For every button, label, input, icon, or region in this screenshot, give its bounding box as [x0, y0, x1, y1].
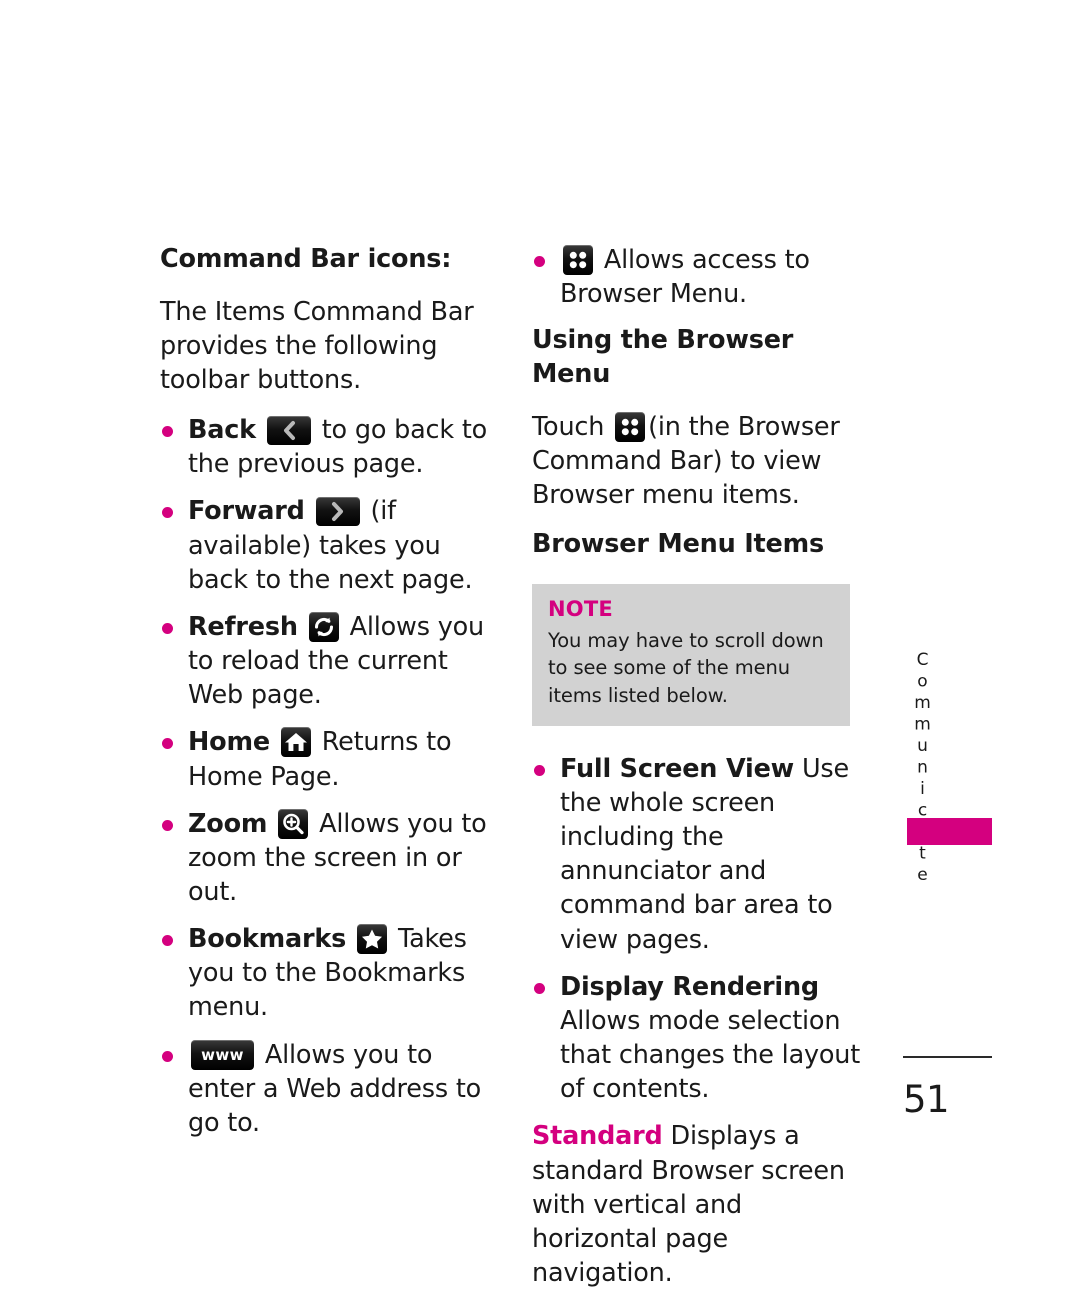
left-column: Command Bar icons: The Items Command Bar… [160, 243, 492, 1153]
side-tab-communicate: Communicate [905, 650, 939, 887]
item-label: Zoom [188, 808, 268, 839]
list-item: Display Rendering Allows mode selection … [532, 970, 872, 1107]
refresh-icon[interactable] [308, 611, 339, 642]
bullet-point-icon [534, 256, 545, 267]
www-icon-label: www [201, 1045, 244, 1064]
back-chevron-icon[interactable] [266, 416, 311, 446]
bullet-point-icon [162, 622, 173, 634]
footer-divider [903, 1056, 992, 1058]
page-number: 51 [903, 1078, 950, 1121]
item-label: Bookmarks [188, 924, 347, 955]
www-icon[interactable]: www [191, 1039, 254, 1070]
browser-menu-items-list: Full Screen View Use the whole screen in… [532, 752, 872, 1107]
list-item: Bookmarks Takes you to the Bookmarks men… [160, 922, 492, 1024]
browser-menu-items-heading: Browser Menu Items [532, 529, 824, 560]
command-bar-icon-list: Back to go back to the previous page. Fo… [160, 413, 492, 1140]
note-callout: NOTE You may have to scroll down to see … [532, 583, 850, 726]
side-tab-label: Communicate [912, 650, 933, 887]
browser-menu-grid-icon[interactable] [563, 245, 593, 275]
manual-page: Command Bar icons: The Items Command Bar… [0, 0, 1080, 1288]
list-item: Home Returns to Home Page. [160, 725, 492, 793]
browser-menu-access-list: Allows access to Browser Menu. [532, 243, 872, 311]
browser-menu-grid-icon[interactable] [615, 411, 646, 442]
home-icon[interactable] [280, 727, 311, 758]
note-title: NOTE [548, 596, 613, 621]
list-item: Forward (if available) takes you back to… [160, 494, 492, 596]
bullet-point-icon [162, 507, 173, 519]
item-label: Back [188, 415, 256, 446]
bullet-point-icon [534, 982, 545, 994]
command-bar-intro-paragraph: The Items Command Bar provides the follo… [160, 296, 474, 395]
list-item: Allows access to Browser Menu. [532, 243, 872, 311]
touch-instruction-paragraph: Touch (in the Browser Command Bar) to vi… [532, 410, 872, 512]
item-label: Display Rendering [560, 971, 819, 1002]
bullet-point-icon [534, 764, 545, 776]
item-label: Full Screen View [560, 753, 795, 784]
bullet-point-icon [162, 1050, 173, 1062]
standard-label: Standard [532, 1121, 663, 1152]
list-item: www Allows you to enter a Web address to… [160, 1038, 492, 1140]
item-label: Forward [188, 496, 305, 527]
bullet-point-icon [162, 819, 173, 831]
zoom-magnifier-icon[interactable] [278, 808, 309, 839]
item-label: Refresh [188, 611, 298, 642]
item-description: Allows mode selection that changes the l… [560, 1005, 861, 1105]
item-label: Home [188, 727, 270, 758]
forward-chevron-icon[interactable] [315, 497, 360, 527]
touch-text-before: Touch [532, 411, 605, 442]
list-item: Full Screen View Use the whole screen in… [532, 752, 872, 957]
bullet-point-icon [162, 935, 173, 947]
bullet-point-icon [162, 426, 173, 438]
bullet-point-icon [162, 738, 173, 750]
command-bar-icons-heading: Command Bar icons: [160, 244, 452, 274]
standard-mode-paragraph: Standard Displays a standard Browser scr… [532, 1119, 872, 1290]
list-item: Back to go back to the previous page. [160, 413, 492, 481]
list-item: Zoom Allows you to zoom the screen in or… [160, 807, 492, 909]
note-body: You may have to scroll down to see some … [548, 628, 824, 708]
bookmarks-star-icon[interactable] [357, 924, 388, 955]
side-tab-color-swatch [907, 818, 992, 845]
item-description: Allows access to Browser Menu. [560, 245, 810, 310]
using-browser-menu-heading: Using the Browser Menu [532, 325, 794, 389]
list-item: Refresh Allows you to reload the current… [160, 610, 492, 712]
right-column: Allows access to Browser Menu. Using the… [532, 243, 872, 1306]
